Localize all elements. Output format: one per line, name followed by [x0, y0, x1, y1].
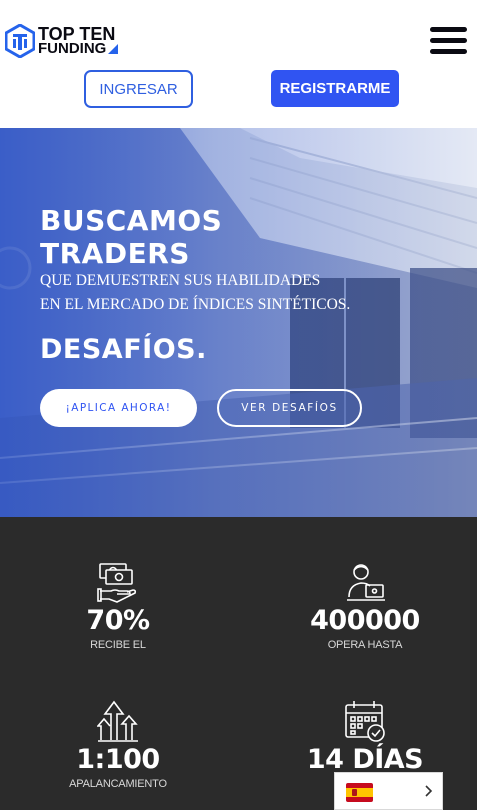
hero-title: BUSCAMOS TRADERS [40, 204, 222, 270]
hero-subtitle-line2: EN EL MERCADO DE ÍNDICES SINTÉTICOS. [40, 296, 351, 313]
spain-flag-icon [346, 783, 373, 802]
money-hand-icon [97, 563, 137, 603]
hero-subtitle-line1: QUE DEMUESTREN SUS HABILIDADES [40, 272, 321, 289]
view-challenges-button[interactable]: VER DESAFÍOS [217, 389, 362, 427]
stat-value: 70% [86, 605, 150, 636]
logo-triangle-icon [108, 44, 119, 55]
stat-label: OPERA HASTA [327, 639, 403, 651]
stat-profit-split: 70% RECIBE EL [18, 561, 218, 651]
stats-section: 70% RECIBE EL 400000 OPERA HASTA 1:100 A… [0, 517, 477, 810]
stat-label: RECIBE EL [90, 639, 146, 651]
stat-label: APALANCAMIENTO [69, 778, 167, 790]
calendar-check-icon [345, 701, 385, 742]
hero-section: BUSCAMOS TRADERS QUE DEMUESTREN SUS HABI… [0, 128, 477, 517]
stat-account-size: 400000 OPERA HASTA [265, 561, 465, 651]
logo-text: TOP TEN FUNDING [38, 25, 119, 58]
logo-line2: FUNDING [38, 40, 119, 58]
hero-challenges-heading: DESAFÍOS. [40, 334, 207, 365]
trader-laptop-icon [347, 564, 385, 601]
site-header: TOP TEN FUNDING INGRESAR REGISTRARME [0, 0, 477, 128]
hero-overlay [0, 128, 477, 517]
stat-leverage: 1:100 APALANCAMIENTO [18, 700, 218, 790]
hero-title-line1: BUSCAMOS [40, 204, 223, 237]
logo-line2-text: FUNDING [38, 40, 107, 58]
hero-title-line2: TRADERS [40, 237, 190, 270]
logo-mark-icon [5, 24, 35, 58]
chevron-right-icon[interactable] [424, 785, 434, 797]
stat-value: 14 DÍAS [306, 744, 424, 775]
growth-arrows-icon [97, 700, 138, 742]
stat-value: 1:100 [76, 744, 160, 775]
logo[interactable]: TOP TEN FUNDING [5, 23, 119, 59]
stat-value: 400000 [310, 605, 420, 636]
hamburger-menu-icon[interactable] [430, 27, 467, 54]
login-button[interactable]: INGRESAR [84, 70, 193, 108]
stat-duration: 14 DÍAS [265, 700, 465, 778]
hero-subtitle: QUE DEMUESTREN SUS HABILIDADES EN EL MER… [40, 269, 350, 317]
register-button[interactable]: REGISTRARME [271, 70, 399, 107]
apply-now-button[interactable]: ¡APLICA AHORA! [40, 389, 197, 427]
